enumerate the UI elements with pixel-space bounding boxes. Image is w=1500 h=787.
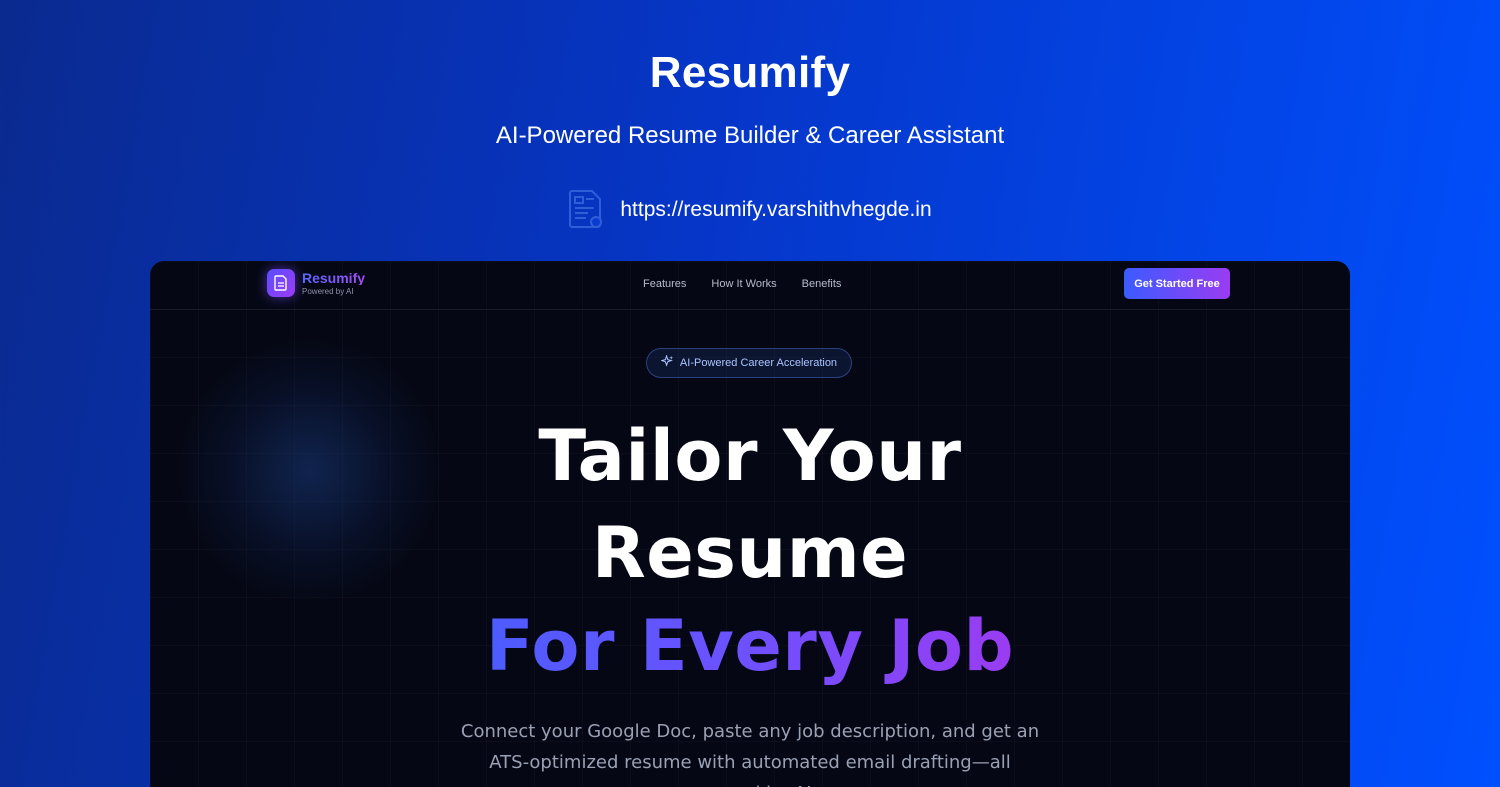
- nav-link-how-it-works[interactable]: How It Works: [711, 278, 776, 290]
- brand-tagline: Powered by AI: [302, 286, 354, 296]
- hero-headline-line1: Tailor Your: [538, 415, 962, 497]
- brand-logo[interactable]: Resumify Powered by AI: [267, 269, 365, 297]
- hero-description: Connect your Google Doc, paste any job d…: [460, 721, 1040, 787]
- hero-headline-highlight-text: For Every Job: [485, 605, 1015, 687]
- get-started-button[interactable]: Get Started Free: [1124, 268, 1230, 299]
- document-icon: [267, 269, 295, 297]
- sparkles-icon: [660, 354, 674, 371]
- hero-headline-line2: Resume: [591, 512, 909, 594]
- nav-link-benefits[interactable]: Benefits: [802, 278, 842, 290]
- hero-badge-label: AI-Powered Career Acceleration: [679, 357, 838, 369]
- page-title: Resumify: [649, 48, 851, 97]
- app-screenshot: Resumify Powered by AI Features How It W…: [150, 261, 1350, 787]
- url-row: https://resumify.varshithvhegde.in: [0, 189, 1500, 229]
- nav-links: Features How It Works Benefits: [643, 278, 841, 290]
- site-url[interactable]: https://resumify.varshithvhegde.in: [620, 198, 931, 222]
- page-subtitle: AI-Powered Resume Builder & Career Assis…: [495, 122, 1005, 149]
- brand-text: Resumify Powered by AI: [302, 271, 365, 296]
- navbar: Resumify Powered by AI Features How It W…: [150, 261, 1350, 310]
- nav-link-features[interactable]: Features: [643, 278, 686, 290]
- hero-badge: AI-Powered Career Acceleration: [646, 348, 852, 378]
- document-link-icon: [568, 189, 604, 229]
- brand-name: Resumify: [302, 269, 366, 286]
- hero-headline-highlight: For Every Job: [150, 611, 1350, 681]
